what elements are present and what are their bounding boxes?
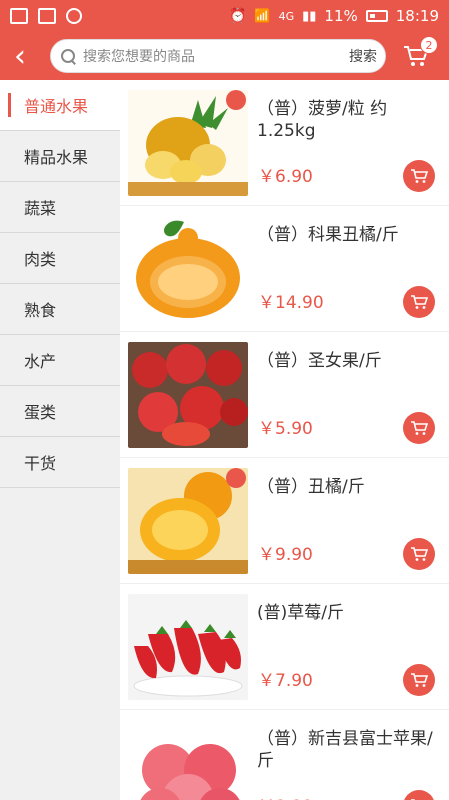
product-price: ￥14.90 (258, 293, 324, 313)
search-input[interactable]: 搜索您想要的商品 (83, 46, 349, 66)
product-image-strawberry (128, 594, 248, 700)
network-type: 4G (278, 9, 295, 23)
cart-icon (411, 547, 428, 561)
product-item[interactable]: （普）新吉县富士苹果/斤 ￥8.90 (120, 710, 449, 800)
sidebar-item-seafood[interactable]: 水产 (0, 335, 120, 386)
product-item[interactable]: (普)草莓/斤 ￥7.90 (120, 584, 449, 710)
chevron-left-icon: ‹ (14, 38, 26, 74)
product-name[interactable]: （普）科果丑橘/斤 (257, 224, 439, 246)
search-bar[interactable]: 搜索您想要的商品 搜索 (50, 39, 386, 73)
clock: 18:19 (395, 7, 439, 25)
add-to-cart-button[interactable] (403, 790, 435, 800)
product-item[interactable]: （普）科果丑橘/斤 ￥14.90 (120, 206, 449, 332)
product-item[interactable]: （普）丑橘/斤 ￥9.90 (120, 458, 449, 584)
product-name[interactable]: （普）圣女果/斤 (257, 350, 439, 372)
product-item[interactable]: （普）圣女果/斤 ￥5.90 (120, 332, 449, 458)
cart-icon (411, 295, 428, 309)
sidebar-item-regular-fruit[interactable]: 普通水果 (0, 80, 120, 131)
product-image-tangerine (128, 468, 248, 574)
search-button[interactable]: 搜索 (349, 46, 377, 66)
sidebar-item-meat[interactable]: 肉类 (0, 233, 120, 284)
product-list: （普）菠萝/粒 约1.25kg ￥6.90 （普）科果丑橘/斤 ￥14.90 （… (120, 80, 449, 800)
product-name[interactable]: （普）新吉县富士苹果/斤 (257, 728, 439, 772)
product-image-pineapple (128, 90, 248, 196)
sidebar-item-vegetables[interactable]: 蔬菜 (0, 182, 120, 233)
signal-icon: ▮▮ (302, 8, 317, 24)
product-name[interactable]: (普)草莓/斤 (257, 602, 439, 624)
sidebar-item-dry-goods[interactable]: 干货 (0, 437, 120, 488)
wifi-icon: 📶 (254, 8, 271, 24)
back-button[interactable]: ‹ (0, 32, 40, 80)
cart-count-badge: 2 (420, 36, 438, 54)
category-sidebar: 普通水果 精品水果 蔬菜 肉类 熟食 水产 蛋类 干货 (0, 80, 120, 800)
product-price: ￥7.90 (258, 671, 313, 691)
battery-percent: 11% (324, 7, 358, 25)
alarm-icon: ⏰ (228, 8, 247, 24)
add-to-cart-button[interactable] (403, 160, 435, 192)
add-to-cart-button[interactable] (403, 664, 435, 696)
product-name[interactable]: （普）菠萝/粒 约1.25kg (257, 98, 439, 142)
status-bar: ⏰ 📶 4G ▮▮ 11% 18:19 (0, 0, 449, 32)
message-icon (38, 8, 56, 24)
cart-icon (411, 673, 428, 687)
product-image-apple (128, 720, 248, 800)
battery-icon (365, 10, 388, 22)
app-header: ‹ 搜索您想要的商品 搜索 2 (0, 32, 449, 80)
product-price: ￥5.90 (258, 419, 313, 439)
product-price: ￥6.90 (258, 167, 313, 187)
sidebar-item-deli[interactable]: 熟食 (0, 284, 120, 335)
sidebar-item-premium-fruit[interactable]: 精品水果 (0, 131, 120, 182)
cart-button[interactable]: 2 (392, 32, 440, 80)
add-to-cart-button[interactable] (403, 538, 435, 570)
product-name[interactable]: （普）丑橘/斤 (257, 476, 439, 498)
cart-icon (411, 421, 428, 435)
product-image-cherry-tomato (128, 342, 248, 448)
add-to-cart-button[interactable] (403, 412, 435, 444)
sidebar-item-eggs[interactable]: 蛋类 (0, 386, 120, 437)
product-price: ￥8.90 (258, 792, 313, 800)
product-image-ugly-orange (128, 216, 248, 322)
notification-icon (66, 8, 82, 24)
product-price: ￥9.90 (258, 545, 313, 565)
search-icon (59, 47, 77, 65)
gallery-icon (10, 8, 28, 24)
cart-icon (411, 169, 428, 183)
product-item[interactable]: （普）菠萝/粒 约1.25kg ￥6.90 (120, 80, 449, 206)
add-to-cart-button[interactable] (403, 286, 435, 318)
